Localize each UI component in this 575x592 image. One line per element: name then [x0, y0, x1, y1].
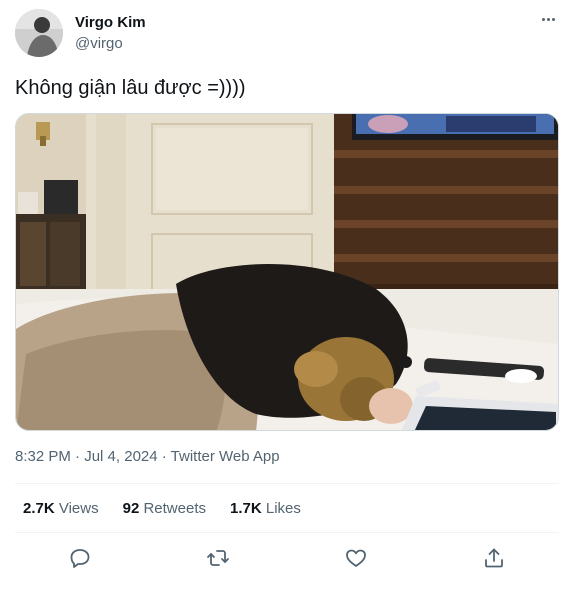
- tweet-actions: [15, 540, 559, 576]
- author-handle[interactable]: @virgo: [75, 35, 123, 53]
- views-count: 2.7K: [23, 500, 55, 517]
- meta-separator: ·: [70, 448, 85, 465]
- retweets-count: 92: [122, 500, 140, 517]
- reply-icon: [70, 549, 90, 568]
- retweet-icon: [207, 550, 229, 566]
- more-options-button[interactable]: [537, 8, 559, 30]
- tweet-photo[interactable]: [15, 113, 559, 431]
- tweet-source: Twitter Web App: [170, 448, 280, 465]
- tweet: Virgo Kim @virgo Không giận lâu được =))…: [0, 0, 575, 592]
- retweets-stat[interactable]: 92 Retweets: [123, 499, 206, 519]
- more-horizontal-icon: [541, 17, 545, 21]
- heart-icon: [346, 549, 366, 567]
- tweet-time: 8:32 PM: [15, 448, 71, 465]
- retweets-label: Retweets: [143, 500, 206, 517]
- views-stat[interactable]: 2.7K Views: [23, 499, 99, 519]
- tweet-date: Jul 4, 2024: [84, 448, 158, 465]
- engagement-stats: 2.7K Views 92 Retweets 1.7K Likes: [23, 499, 325, 519]
- tweet-timestamp[interactable]: 8:32 PM · Jul 4, 2024 · Twitter Web App: [15, 447, 280, 467]
- meta-separator: ·: [157, 448, 171, 465]
- tweet-text: Không giận lâu được =)))): [15, 77, 246, 99]
- avatar[interactable]: [15, 9, 63, 57]
- likes-stat[interactable]: 1.7K Likes: [230, 499, 301, 519]
- likes-count: 1.7K: [230, 500, 262, 517]
- share-icon: [485, 548, 503, 568]
- share-button[interactable]: [482, 546, 506, 570]
- retweet-button[interactable]: [206, 546, 230, 570]
- reply-button[interactable]: [68, 546, 92, 570]
- likes-label: Likes: [265, 500, 301, 517]
- like-button[interactable]: [344, 546, 368, 570]
- author-name[interactable]: Virgo Kim: [75, 14, 146, 32]
- views-label: Views: [58, 500, 99, 517]
- divider: [15, 483, 559, 484]
- divider: [15, 532, 559, 533]
